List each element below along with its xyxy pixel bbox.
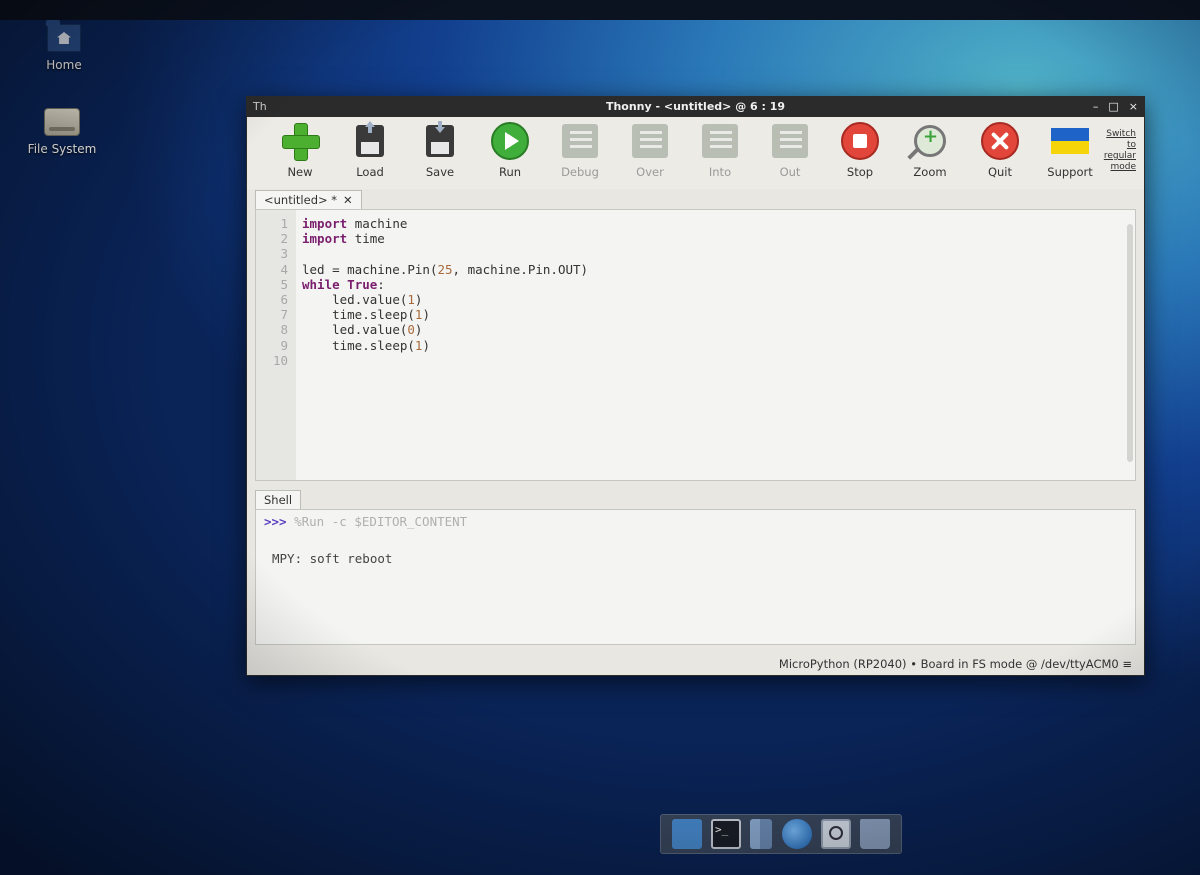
save-disk-icon bbox=[426, 125, 454, 157]
editor-tab-bar: <untitled> * ✕ bbox=[247, 189, 1144, 209]
editor-tab-untitled[interactable]: <untitled> * ✕ bbox=[255, 190, 362, 209]
stop-button-label: Stop bbox=[846, 165, 874, 179]
desktop-icon-home[interactable]: Home bbox=[14, 20, 114, 72]
editor-tab-label: <untitled> * bbox=[264, 193, 338, 207]
show-desktop-icon[interactable] bbox=[671, 819, 702, 849]
load-button-label: Load bbox=[356, 165, 384, 179]
code-editor[interactable]: 1 2 3 4 5 6 7 8 9 10 import machine impor… bbox=[255, 209, 1136, 481]
shell-console[interactable]: >>> %Run -c $EDITOR_CONTENT MPY: soft re… bbox=[255, 509, 1136, 645]
zoom-icon bbox=[914, 125, 946, 157]
line-number: 10 bbox=[272, 352, 288, 368]
line-number: 4 bbox=[280, 261, 288, 277]
code-line: led.value(0) bbox=[332, 322, 423, 338]
desktop-icon-file-system[interactable]: File System bbox=[12, 108, 112, 156]
step-out-icon bbox=[772, 124, 808, 158]
maximize-button[interactable]: □ bbox=[1108, 97, 1118, 117]
new-plus-icon bbox=[282, 123, 320, 161]
run-button[interactable]: Run bbox=[475, 117, 545, 179]
shell-command-line: >>> %Run -c $EDITOR_CONTENT bbox=[264, 514, 1127, 529]
step-over-button-label: Over bbox=[636, 165, 664, 179]
step-into-icon bbox=[702, 124, 738, 158]
taskbar-dock: >_ bbox=[660, 814, 902, 854]
code-line: led = machine.Pin(25, machine.Pin.OUT) bbox=[302, 261, 589, 277]
save-button[interactable]: Save bbox=[405, 117, 475, 179]
line-number: 9 bbox=[280, 337, 288, 353]
backend-status[interactable]: MicroPython (RP2040) • Board in FS mode … bbox=[779, 657, 1132, 671]
web-browser-icon[interactable] bbox=[781, 819, 812, 849]
quit-button[interactable]: Quit bbox=[965, 117, 1035, 179]
code-line: time.sleep(1) bbox=[332, 337, 430, 353]
code-line: while True: bbox=[302, 276, 385, 292]
shell-tab[interactable]: Shell bbox=[255, 490, 302, 509]
debug-button-label: Debug bbox=[561, 165, 599, 179]
shell-tab-label: Shell bbox=[264, 493, 293, 507]
stop-button[interactable]: Stop bbox=[825, 117, 895, 179]
shell-output: MPY: soft reboot bbox=[272, 551, 393, 566]
shell-tab-bar: Shell bbox=[247, 487, 1144, 509]
code-line: import machine bbox=[302, 216, 408, 231]
new-button-label: New bbox=[287, 165, 313, 179]
folder-icon[interactable] bbox=[860, 819, 891, 849]
step-into-button[interactable]: Into bbox=[685, 117, 755, 179]
tab-close-icon[interactable]: ✕ bbox=[343, 193, 353, 207]
step-over-icon bbox=[632, 124, 668, 158]
code-line: led.value(1) bbox=[332, 291, 423, 307]
line-number: 6 bbox=[280, 291, 288, 307]
desktop-icon-label: File System bbox=[27, 142, 97, 156]
ukraine-flag-icon bbox=[1051, 128, 1089, 154]
editor-scrollbar[interactable] bbox=[1127, 224, 1133, 462]
step-over-button[interactable]: Over bbox=[615, 117, 685, 179]
hard-drive-icon bbox=[44, 108, 80, 136]
thonny-window: Th Thonny - <untitled> @ 6 : 19 – □ × Ne… bbox=[246, 96, 1145, 676]
desktop-icon-label: Home bbox=[46, 58, 82, 72]
status-bar[interactable]: MicroPython (RP2040) • Board in FS mode … bbox=[247, 653, 1144, 675]
line-number: 8 bbox=[280, 322, 288, 338]
quit-button-label: Quit bbox=[987, 165, 1013, 179]
save-button-label: Save bbox=[425, 165, 455, 179]
switch-mode-link[interactable]: Switch to regular mode bbox=[1096, 129, 1136, 173]
search-icon[interactable] bbox=[820, 819, 851, 849]
step-into-button-label: Into bbox=[708, 165, 732, 179]
new-button[interactable]: New bbox=[265, 117, 335, 179]
load-button[interactable]: Load bbox=[335, 117, 405, 179]
minimize-button[interactable]: – bbox=[1093, 97, 1099, 117]
thonny-logo-icon: Th bbox=[253, 100, 267, 113]
line-number: 7 bbox=[280, 307, 288, 323]
stop-icon bbox=[841, 122, 879, 160]
support-button[interactable]: Support bbox=[1035, 117, 1105, 179]
code-line: import time bbox=[302, 231, 385, 247]
quit-icon bbox=[981, 122, 1019, 160]
line-number-gutter: 1 2 3 4 5 6 7 8 9 10 bbox=[256, 210, 296, 480]
shell-command: %Run -c $EDITOR_CONTENT bbox=[294, 514, 468, 529]
debug-icon bbox=[562, 124, 598, 158]
run-play-icon bbox=[491, 122, 529, 160]
run-button-label: Run bbox=[498, 165, 522, 179]
load-disk-icon bbox=[356, 121, 384, 157]
home-folder-icon bbox=[46, 20, 81, 52]
step-out-button-label: Out bbox=[779, 165, 801, 179]
line-number: 3 bbox=[280, 246, 288, 262]
line-number: 5 bbox=[280, 276, 288, 292]
line-number: 1 bbox=[280, 216, 288, 231]
title-bar[interactable]: Th Thonny - <untitled> @ 6 : 19 – □ × bbox=[247, 97, 1144, 117]
terminal-icon[interactable]: >_ bbox=[710, 819, 741, 849]
code-line: time.sleep(1) bbox=[332, 307, 430, 323]
shell-prompt: >>> bbox=[264, 514, 287, 529]
zoom-button-label: Zoom bbox=[913, 165, 947, 179]
support-button-label: Support bbox=[1047, 165, 1093, 179]
line-number: 2 bbox=[280, 231, 288, 247]
toolbar: New Load Save Run Debug Over Into Out St… bbox=[247, 117, 1144, 189]
file-manager-icon[interactable] bbox=[750, 819, 773, 849]
window-title: Thonny - <untitled> @ 6 : 19 bbox=[605, 100, 786, 113]
close-button[interactable]: × bbox=[1129, 97, 1138, 117]
zoom-button[interactable]: Zoom bbox=[895, 117, 965, 179]
step-out-button[interactable]: Out bbox=[755, 117, 825, 179]
code-text[interactable]: import machine import time led = machine.… bbox=[296, 210, 1135, 480]
top-panel bbox=[0, 0, 1200, 20]
debug-button[interactable]: Debug bbox=[545, 117, 615, 179]
